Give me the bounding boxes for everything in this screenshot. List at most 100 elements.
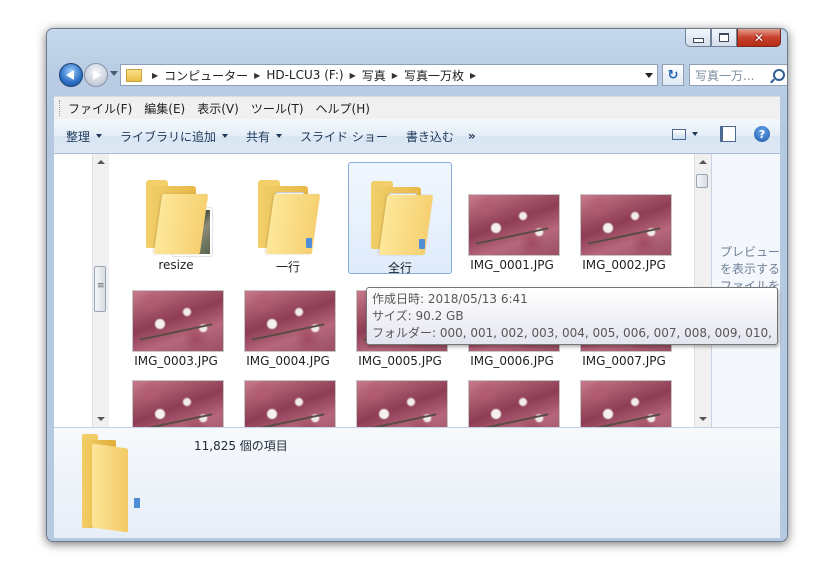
image-item[interactable] [124, 370, 228, 427]
item-label: 全行 [387, 261, 412, 275]
image-item[interactable] [348, 370, 452, 427]
image-thumbnail [356, 380, 448, 427]
more-commands-button[interactable]: » [468, 129, 476, 143]
image-thumbnail [580, 380, 672, 427]
minimize-button[interactable] [685, 29, 711, 47]
scroll-down-icon[interactable] [699, 417, 707, 421]
share-button[interactable]: 共有 [246, 128, 283, 145]
organize-label: 整理 [66, 129, 91, 144]
change-view-icon[interactable] [672, 128, 686, 140]
organize-button[interactable]: 整理 [66, 128, 103, 145]
share-label: 共有 [246, 129, 271, 144]
folder-info-tooltip: 作成日時: 2018/05/13 6:41 サイズ: 90.2 GB フォルダー… [366, 287, 778, 345]
folder-front [153, 194, 209, 254]
menu-file[interactable]: ファイル(F) [68, 100, 132, 117]
breadcrumb-photos[interactable]: 写真 [362, 67, 386, 84]
help-icon[interactable]: ? [754, 126, 770, 142]
menu-bar: ファイル(F) 編集(E) 表示(V) ツール(T) ヘルプ(H) [54, 96, 780, 119]
add-to-library-button[interactable]: ライブラリに追加 [120, 128, 229, 145]
forward-arrow-icon [93, 70, 101, 80]
chevron-down-icon [222, 134, 229, 138]
recent-pages-dropdown[interactable] [110, 71, 118, 76]
image-thumbnail [468, 380, 560, 427]
item-label: IMG_0007.JPG [582, 354, 666, 368]
burn-button[interactable]: 書き込む [406, 128, 454, 145]
tooltip-folders: フォルダー: 000, 001, 002, 003, 004, 005, 006… [372, 326, 772, 340]
menu-tools[interactable]: ツール(T) [251, 100, 304, 117]
chevron-right-icon[interactable]: ▶ [470, 71, 476, 80]
navigation-bar: ▶ コンピューター ▶ HD-LCU3 (F:) ▶ 写真 ▶ 写真一万枚 ▶ … [57, 62, 787, 90]
address-dropdown-icon[interactable] [645, 73, 653, 78]
explorer-window: ✕ ▶ コンピューター ▶ HD-LCU3 (F:) ▶ 写真 ▶ 写真一万枚 … [46, 28, 788, 542]
back-button[interactable] [59, 63, 83, 87]
chevron-down-icon [276, 134, 283, 138]
item-label: IMG_0002.JPG [582, 258, 666, 272]
nav-pane-scrollbar[interactable] [92, 154, 109, 427]
slideshow-button[interactable]: スライド ショー [300, 128, 388, 145]
details-pane: 11,825 個の項目 [54, 427, 780, 538]
address-bar[interactable]: ▶ コンピューター ▶ HD-LCU3 (F:) ▶ 写真 ▶ 写真一万枚 ▶ [120, 64, 658, 86]
scroll-down-icon[interactable] [97, 417, 105, 421]
image-thumbnail [244, 380, 336, 427]
view-dropdown-icon[interactable] [692, 132, 698, 136]
image-thumbnail [132, 380, 224, 427]
chevron-right-icon[interactable]: ▶ [254, 71, 260, 80]
image-item[interactable]: IMG_0002.JPG [572, 162, 676, 274]
burn-label: 書き込む [405, 129, 454, 144]
tooltip-size: サイズ: 90.2 GB [372, 309, 464, 323]
chevron-down-icon [96, 134, 103, 138]
folder-item[interactable]: 一行 [236, 162, 340, 274]
menu-view[interactable]: 表示(V) [197, 100, 239, 117]
caption-buttons: ✕ [685, 29, 781, 47]
refresh-icon: ↻ [667, 67, 679, 83]
refresh-button[interactable]: ↻ [662, 64, 684, 86]
slideshow-label: スライド ショー [300, 129, 388, 144]
folder-clip [419, 239, 425, 249]
menu-edit[interactable]: 編集(E) [144, 100, 185, 117]
folder-front [92, 443, 128, 533]
folder-item[interactable]: 全行 [348, 162, 452, 275]
folder-front [265, 194, 321, 254]
search-input[interactable]: 写真一万... [689, 64, 787, 86]
menu-grip [59, 100, 62, 116]
item-label: IMG_0006.JPG [470, 354, 554, 368]
folder-item[interactable]: resize [124, 162, 228, 274]
navigation-pane [54, 154, 109, 427]
chevron-right-icon[interactable]: ▶ [392, 71, 398, 80]
search-icon[interactable] [773, 69, 785, 81]
image-item[interactable] [236, 370, 340, 427]
image-item[interactable] [460, 370, 564, 427]
folder-icon [126, 68, 142, 82]
file-scroll-thumb[interactable] [696, 174, 708, 188]
breadcrumb-current[interactable]: 写真一万枚 [404, 67, 464, 84]
close-button[interactable]: ✕ [737, 29, 781, 47]
item-label: IMG_0003.JPG [134, 354, 218, 368]
image-thumbnail [132, 290, 224, 352]
back-arrow-icon [66, 70, 74, 80]
breadcrumb-drive[interactable]: HD-LCU3 (F:) [266, 68, 343, 82]
maximize-button[interactable] [711, 29, 737, 47]
image-item[interactable]: IMG_0001.JPG [460, 162, 564, 274]
breadcrumb-computer[interactable]: コンピューター [164, 67, 248, 84]
forward-button[interactable] [84, 63, 108, 87]
scroll-up-icon[interactable] [699, 160, 707, 164]
nav-scroll-thumb[interactable] [94, 266, 106, 312]
chevron-right-icon[interactable]: ▶ [350, 71, 356, 80]
item-count: 11,825 個の項目 [194, 439, 288, 453]
item-label: IMG_0004.JPG [246, 354, 330, 368]
tooltip-created: 作成日時: 2018/05/13 6:41 [372, 292, 528, 306]
search-placeholder: 写真一万... [695, 68, 755, 83]
menu-help[interactable]: ヘルプ(H) [316, 100, 370, 117]
close-icon: ✕ [753, 30, 765, 45]
command-bar: 整理 ライブラリに追加 共有 スライド ショー 書き込む » ? [54, 119, 780, 154]
scroll-up-icon[interactable] [97, 160, 105, 164]
image-thumbnail [580, 194, 672, 256]
item-label: IMG_0001.JPG [470, 258, 554, 272]
chevron-right-icon[interactable]: ▶ [152, 71, 158, 80]
image-item[interactable] [572, 370, 676, 427]
add-to-library-label: ライブラリに追加 [120, 129, 217, 144]
preview-pane-icon[interactable] [720, 126, 736, 142]
item-label: IMG_0005.JPG [358, 354, 442, 368]
maximize-icon [719, 33, 729, 42]
item-label: 一行 [275, 260, 300, 274]
